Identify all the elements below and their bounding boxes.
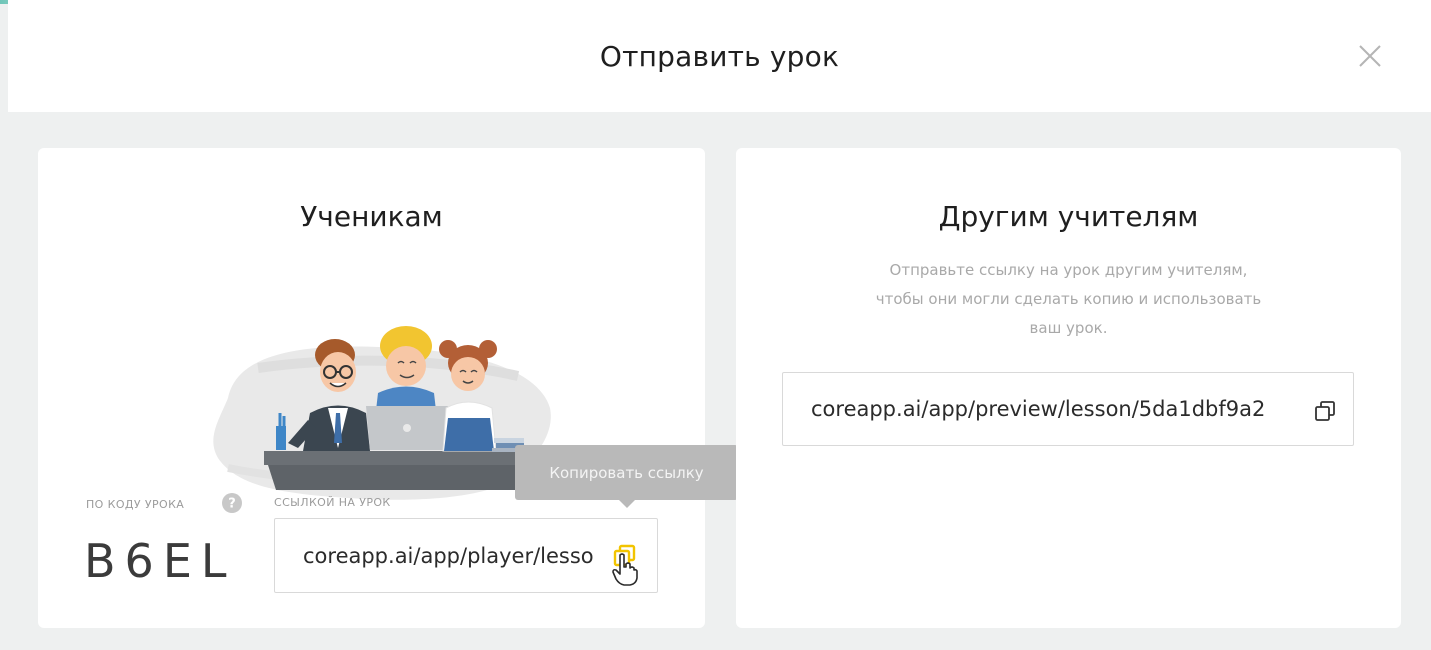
students-card: Ученикам ПО КОДУ УРОКА ? B6EL ССЫЛКОЙ НА… (38, 148, 705, 628)
help-icon[interactable]: ? (221, 492, 243, 514)
teacher-link-field[interactable]: coreapp.ai/app/preview/lesson/5da1dbf9a2 (782, 372, 1354, 446)
code-label: ПО КОДУ УРОКА (86, 498, 185, 511)
copy-icon[interactable] (1311, 397, 1339, 425)
lesson-code: B6EL (84, 534, 236, 588)
student-link-field[interactable]: coreapp.ai/app/player/lesson (274, 518, 658, 593)
dialog-title: Отправить урок (599, 40, 840, 73)
teacher-link-text: coreapp.ai/app/preview/lesson/5da1dbf9a2 (811, 397, 1266, 421)
teachers-title: Другим учителям (938, 200, 1199, 233)
copy-link-tooltip: Копировать ссылку (515, 445, 738, 508)
teachers-description: Отправьте ссылку на урок другим учителям… (875, 261, 1262, 337)
dialog-header: Отправить урок (8, 0, 1431, 112)
hand-pointer-icon (612, 552, 638, 586)
svg-text:?: ? (228, 497, 236, 512)
students-title: Ученикам (300, 200, 443, 233)
student-link-text: coreapp.ai/app/player/lesson (303, 543, 595, 568)
close-icon[interactable] (1352, 38, 1388, 74)
link-label: ССЫЛКОЙ НА УРОК (274, 496, 391, 509)
teachers-card: Другим учителям Отправьте ссылку на урок… (736, 148, 1401, 628)
